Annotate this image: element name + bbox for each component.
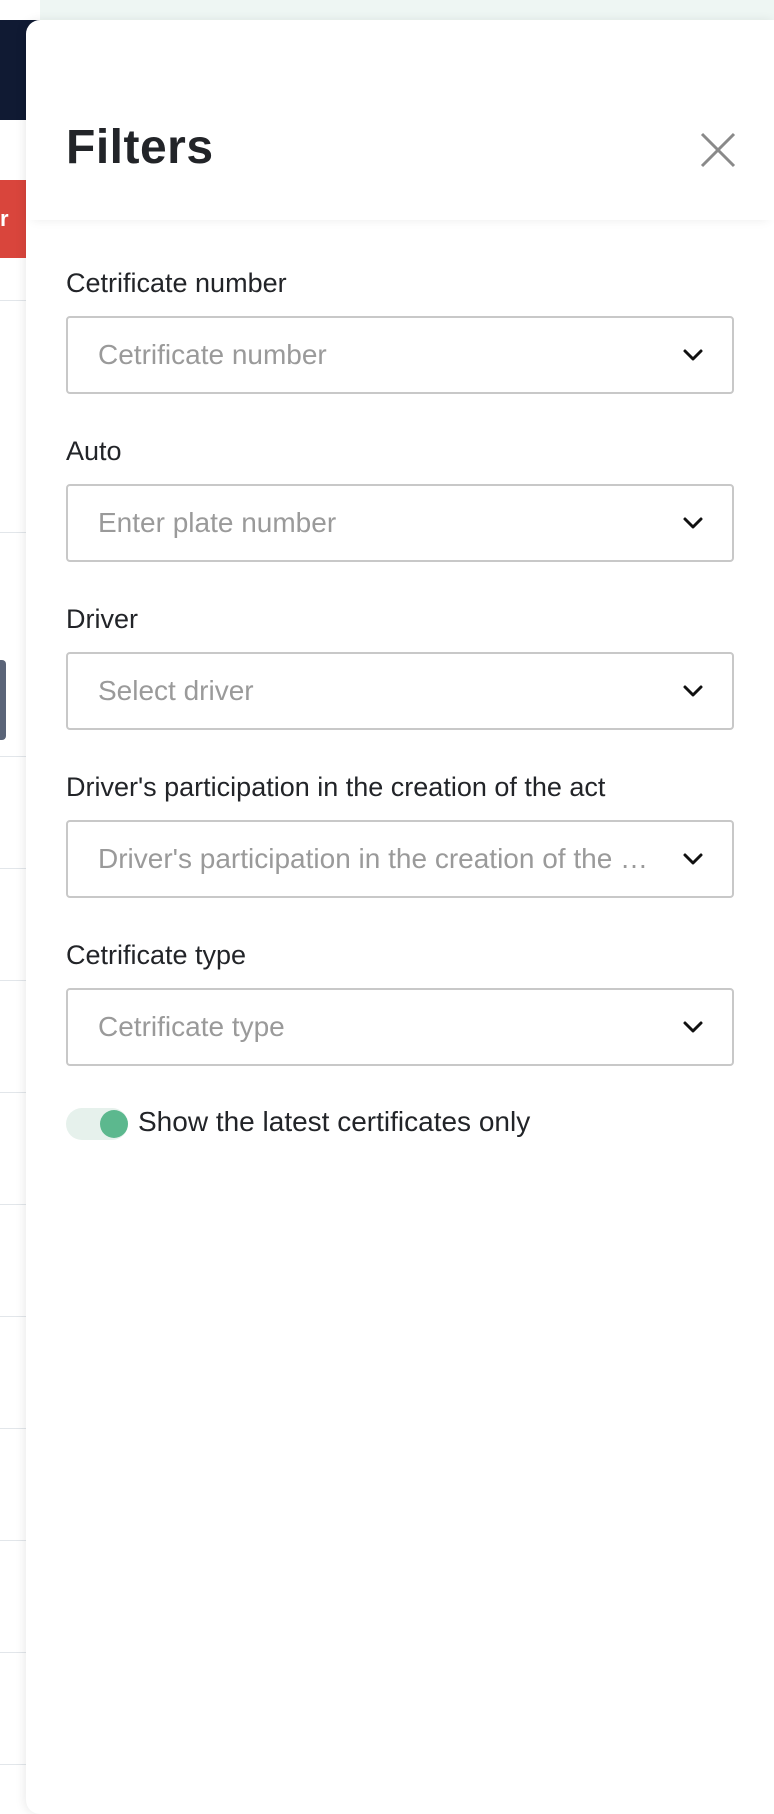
select-placeholder: Enter plate number bbox=[98, 507, 337, 538]
drawer-title: Filters bbox=[66, 121, 214, 174]
certificate-number-label: Cetrificate number bbox=[66, 268, 287, 298]
certificate-type-label: Cetrificate type bbox=[66, 940, 247, 970]
select-placeholder: Cetrificate number bbox=[98, 339, 327, 370]
certificate-number-select[interactable]: Cetrificate number bbox=[66, 316, 734, 394]
background-top-bar bbox=[0, 0, 774, 20]
chevron-down-icon bbox=[683, 349, 703, 361]
background-red-button: r bbox=[0, 180, 26, 258]
driver-label: Driver bbox=[66, 604, 138, 634]
participation-select[interactable]: Driver's participation in the creation o… bbox=[66, 820, 734, 898]
background-thumbnail bbox=[0, 660, 6, 740]
driver-select[interactable]: Select driver bbox=[66, 652, 734, 730]
participation-label: Driver's participation in the creation o… bbox=[66, 772, 606, 802]
drawer-header: Filters bbox=[26, 20, 774, 220]
latest-certificates-toggle-row: Show the latest certificates only bbox=[66, 1104, 626, 1144]
select-placeholder: Cetrificate type bbox=[98, 1011, 285, 1042]
certificate-type-select[interactable]: Cetrificate type bbox=[66, 988, 734, 1066]
close-icon bbox=[700, 132, 736, 168]
chevron-down-icon bbox=[683, 685, 703, 697]
latest-certificates-toggle[interactable] bbox=[66, 1108, 128, 1140]
filters-drawer: Filters Cetrificate number Cetrificate n… bbox=[26, 20, 774, 1814]
toggle-label: Show the latest certificates only bbox=[138, 1106, 531, 1137]
auto-label: Auto bbox=[66, 436, 122, 466]
auto-select[interactable]: Enter plate number bbox=[66, 484, 734, 562]
chevron-down-icon bbox=[683, 853, 703, 865]
chevron-down-icon bbox=[683, 1021, 703, 1033]
close-button[interactable] bbox=[698, 130, 738, 170]
toggle-knob bbox=[100, 1110, 128, 1138]
select-placeholder: Select driver bbox=[98, 675, 254, 706]
select-placeholder: Driver's participation in the creation o… bbox=[98, 843, 652, 874]
chevron-down-icon bbox=[683, 517, 703, 529]
